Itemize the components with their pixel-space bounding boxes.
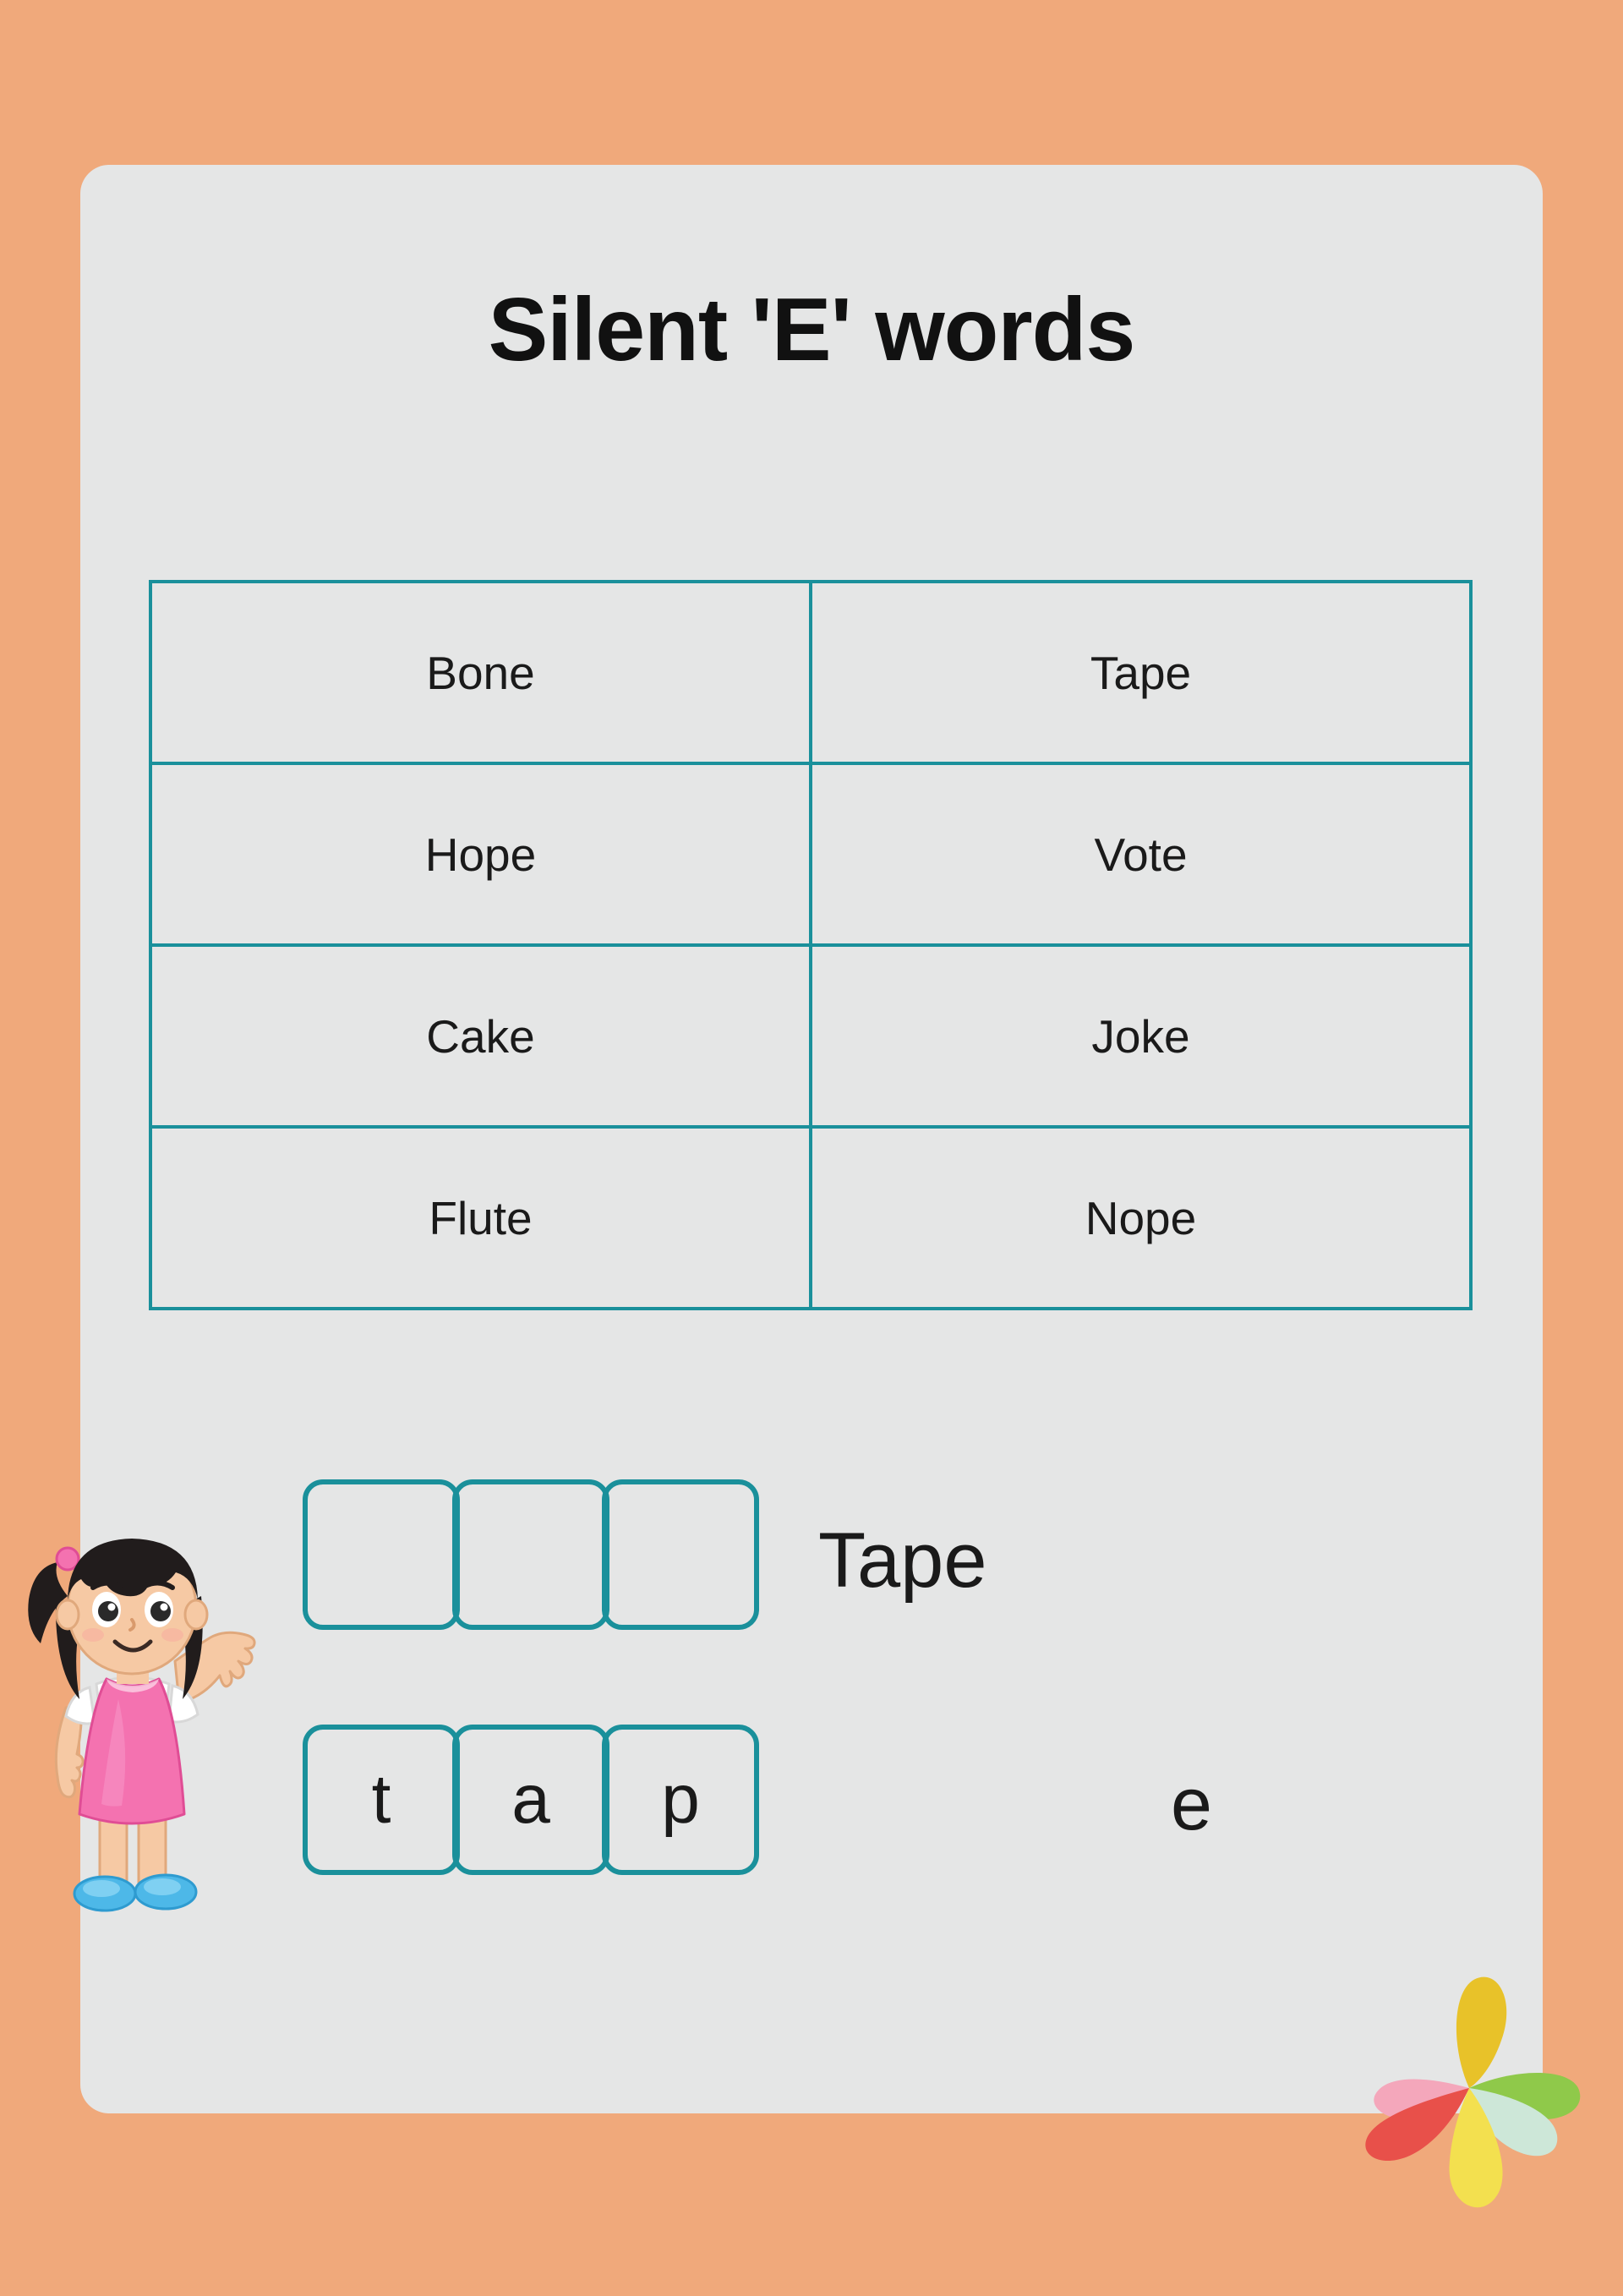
answer-box-1[interactable]	[303, 1479, 460, 1630]
waving-girl-illustration	[28, 1539, 256, 1912]
target-word-label: Tape	[818, 1517, 987, 1604]
answer-box-3[interactable]	[602, 1479, 759, 1630]
letter-tile-a[interactable]: a	[452, 1725, 609, 1875]
silent-e-letter: e	[1171, 1762, 1212, 1845]
worksheet-card: Silent 'E' words Bone Tape Hope Vote Cak…	[80, 165, 1543, 2113]
letter-tile-t[interactable]: t	[303, 1725, 460, 1875]
six-petal-flower	[1365, 1976, 1581, 2208]
answer-box-2[interactable]	[452, 1479, 609, 1630]
letter-tile-p[interactable]: p	[602, 1725, 759, 1875]
spelling-exercise: Tape t a p e	[80, 165, 1543, 2113]
